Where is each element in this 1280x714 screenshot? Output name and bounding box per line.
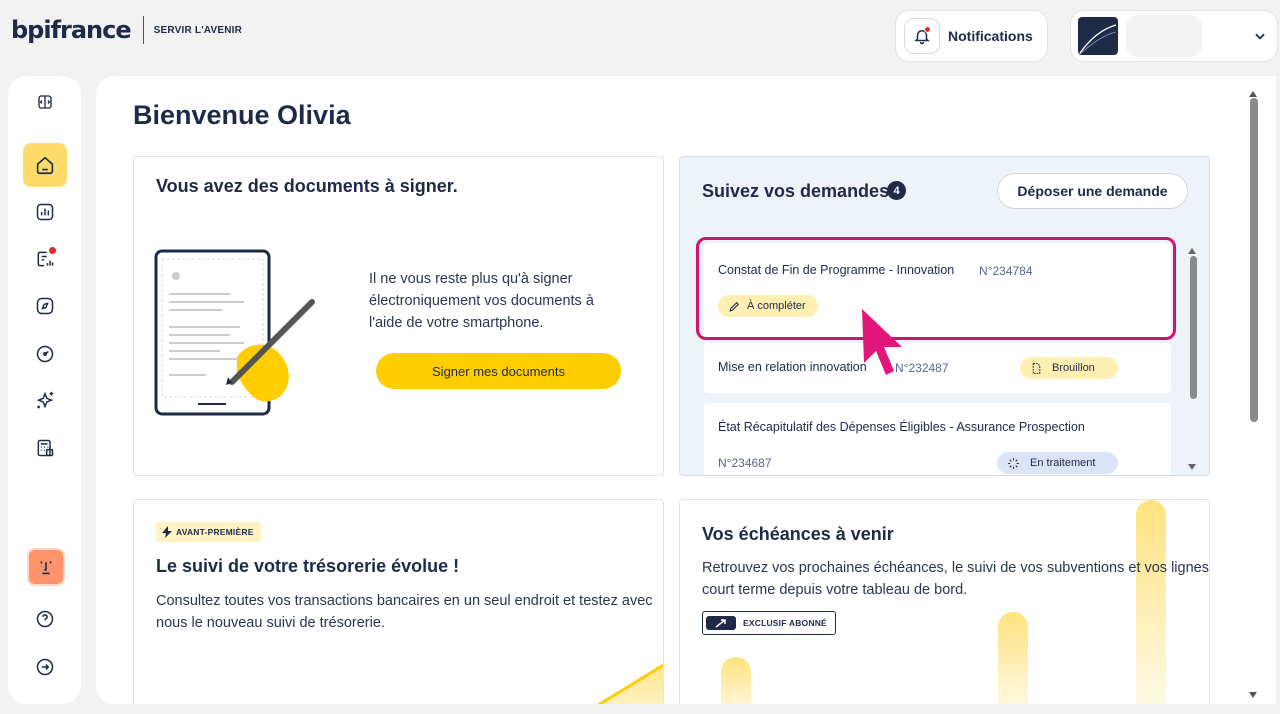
page-title: Bienvenue Olivia (133, 100, 351, 130)
notification-dot (924, 26, 931, 33)
page-scrollbar[interactable] (1250, 98, 1258, 422)
bpifrance-logo[interactable]: bpifrance SERVIR L'AVENIR (11, 16, 242, 44)
compass-icon (36, 297, 54, 315)
subscriber-badge-label: EXCLUSIF ABONNÉ (743, 618, 827, 628)
request-title: État Récapitulatif des Dépenses Éligible… (718, 420, 1085, 434)
sign-documents-button[interactable]: Signer mes documents (376, 353, 621, 389)
status-label: Brouillon (1052, 362, 1095, 374)
preview-badge-label: AVANT-PREMIÈRE (176, 527, 254, 537)
preview-badge: AVANT-PREMIÈRE (156, 522, 261, 542)
sidebar-item-compass[interactable] (23, 284, 67, 328)
sidebar-item-calculator[interactable] (23, 426, 67, 470)
deadlines-title: Vos échéances à venir (702, 524, 894, 544)
user-avatar[interactable] (27, 548, 65, 586)
requests-title: Suivez vos demandes (702, 181, 890, 201)
alert-dot (49, 247, 56, 254)
sign-card-text: Il ne vous reste plus qu'à signer électr… (369, 271, 594, 331)
status-label: En traitement (1030, 457, 1096, 469)
pointer-arrow-icon (862, 309, 902, 375)
draft-icon (1032, 362, 1041, 374)
requests-scrollbar[interactable] (1190, 256, 1197, 399)
bell-icon (904, 18, 940, 54)
scroll-down-icon[interactable] (1187, 458, 1197, 475)
calculator-icon (37, 439, 54, 457)
spinner-icon (1008, 457, 1019, 469)
sidebar-item-logout[interactable] (23, 645, 67, 689)
highlight-outline (696, 237, 1176, 340)
logout-icon (36, 658, 54, 676)
account-menu[interactable] (1070, 10, 1278, 62)
notifications-button[interactable]: Notifications (895, 10, 1048, 62)
treasury-card: AVANT-PREMIÈRE Le suivi de votre trésore… (133, 499, 664, 704)
request-item[interactable]: Mise en relation innovation N°232487 Bro… (704, 343, 1171, 393)
bar-decoration (721, 657, 751, 704)
sign-documents-card: Vous avez des documents à signer. Il ne … (133, 156, 664, 476)
status-badge: En traitement (997, 452, 1118, 474)
chevron-down-icon[interactable] (1253, 29, 1267, 48)
treasury-graph-decoration (597, 663, 663, 704)
treasury-title: Le suivi de votre trésorerie évolue ! (156, 556, 460, 576)
treasury-text: Consultez toutes vos transactions bancai… (156, 593, 653, 631)
notifications-label: Notifications (948, 28, 1033, 44)
sidebar-item-sparkles[interactable] (23, 379, 67, 423)
bar-decoration (998, 612, 1028, 704)
account-name-placeholder (1126, 15, 1202, 57)
help-icon (36, 610, 54, 628)
request-number: N°234687 (718, 456, 772, 470)
tablet-signing-illustration (154, 249, 315, 416)
sidebar-item-help[interactable] (23, 597, 67, 641)
page-scroll-down-icon[interactable] (1248, 686, 1258, 704)
sidebar-item-chart[interactable] (23, 190, 67, 234)
sparkles-icon (36, 391, 54, 409)
bar-decoration (1136, 500, 1166, 704)
deadlines-text: Retrouvez vos prochaines échéances, le s… (702, 560, 1209, 598)
lightning-icon (162, 526, 172, 538)
submit-request-button[interactable]: Déposer une demande (997, 173, 1188, 209)
request-item[interactable]: État Récapitulatif des Dépenses Éligible… (704, 403, 1171, 475)
logo-tagline: SERVIR L'AVENIR (153, 24, 243, 36)
deadlines-card: Vos échéances à venir Retrouvez vos proc… (679, 499, 1210, 704)
main-content: Bienvenue Olivia Vous avez des documents… (96, 76, 1276, 704)
requests-count-badge: 4 (887, 181, 906, 200)
request-title: Mise en relation innovation (718, 360, 867, 374)
home-icon (36, 156, 54, 175)
status-badge: Brouillon (1020, 357, 1118, 379)
sidebar-item-gauge[interactable] (23, 332, 67, 376)
sidebar-item-home[interactable] (23, 143, 67, 187)
company-logo (1078, 17, 1118, 55)
panel-toggle-icon[interactable] (23, 80, 67, 124)
trend-arrow-icon (706, 616, 736, 630)
logo-wordmark: bpifrance (11, 16, 132, 44)
sidebar-item-documents[interactable] (23, 237, 67, 281)
subscriber-badge: EXCLUSIF ABONNÉ (702, 611, 836, 635)
logo-divider (142, 16, 144, 44)
sign-card-title: Vous avez des documents à signer. (156, 176, 458, 196)
gauge-icon (36, 345, 54, 363)
requests-card: Suivez vos demandes 4 Déposer une demand… (679, 156, 1210, 476)
sidebar (8, 76, 81, 704)
chart-icon (36, 203, 54, 221)
